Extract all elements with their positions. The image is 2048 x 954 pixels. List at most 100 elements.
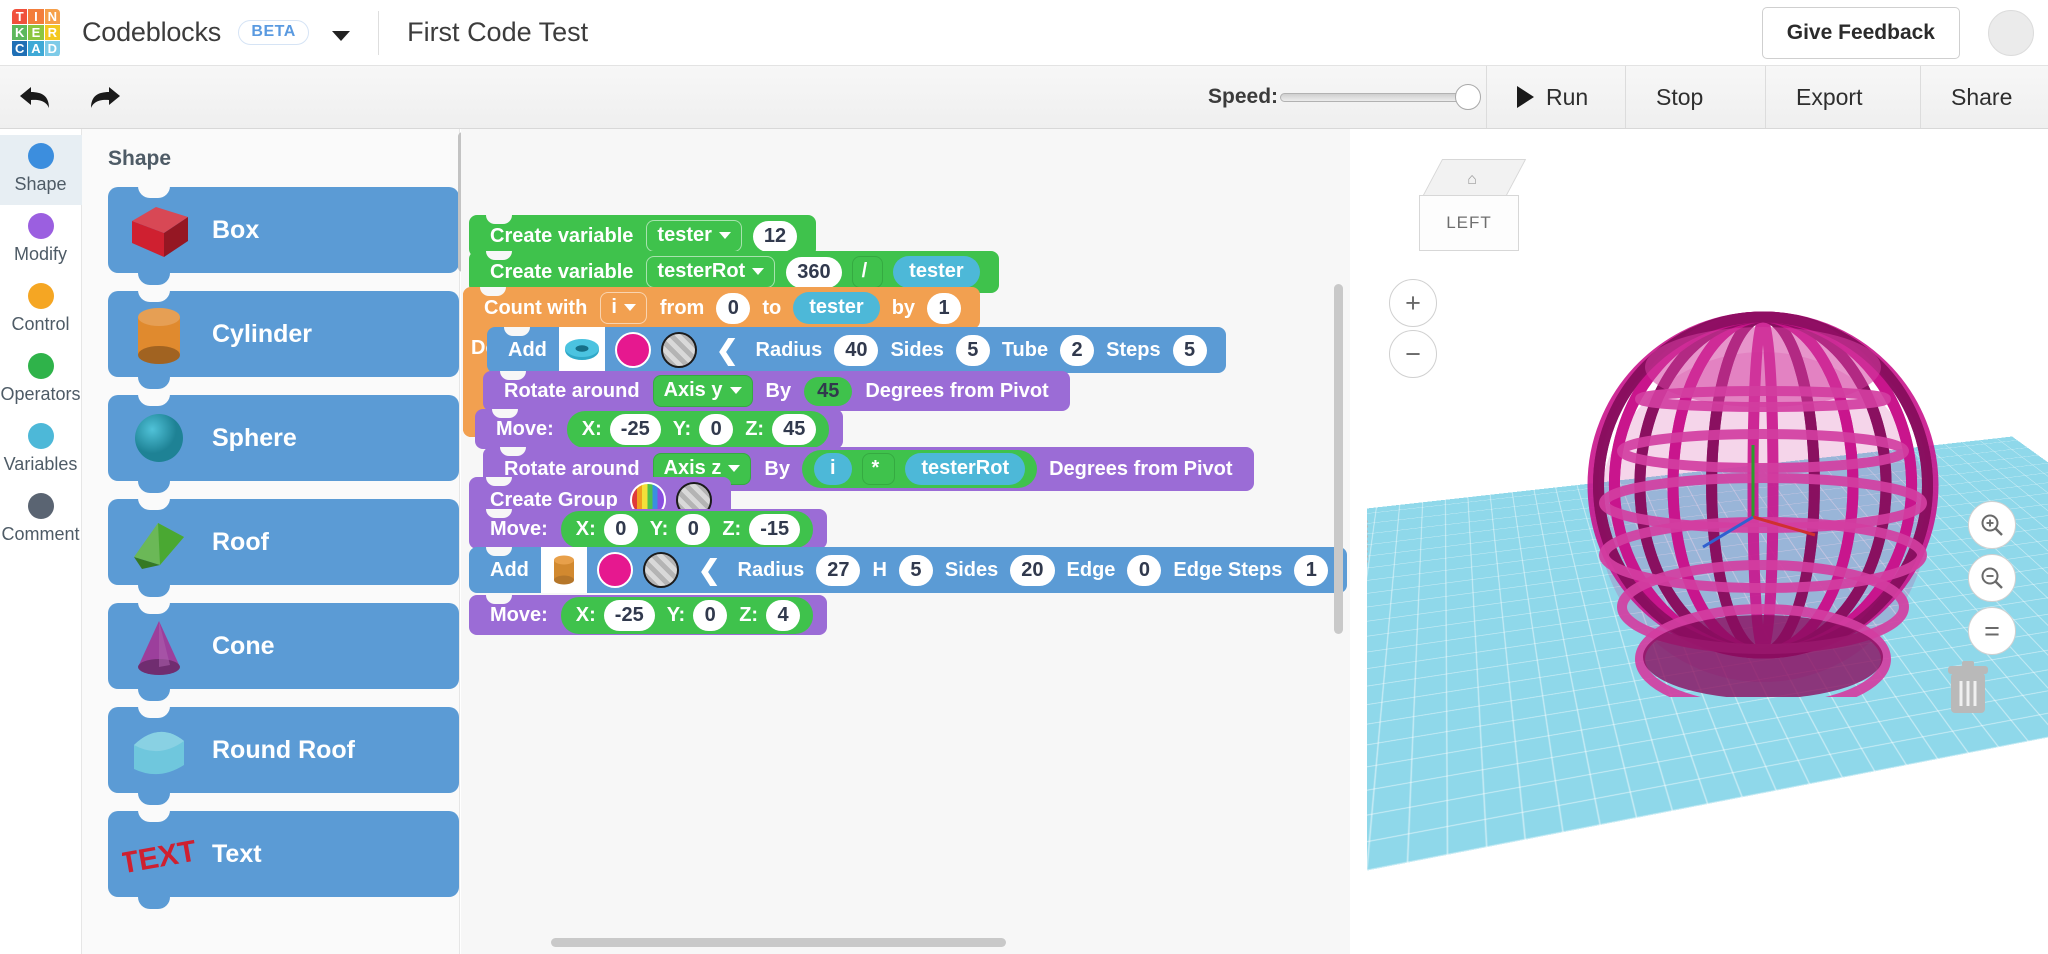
by-value[interactable]: 1 (927, 293, 961, 324)
color-swatch[interactable] (615, 332, 651, 368)
block-move-1[interactable]: Move: X: -25 Y: 0 Z: 45 (475, 409, 843, 449)
counter-dropdown[interactable]: i (600, 292, 647, 324)
rail-item-control[interactable]: Control (0, 275, 82, 345)
speed-slider-handle[interactable] (1455, 84, 1481, 110)
home-icon[interactable]: ⌂ (1453, 165, 1491, 195)
palette-block-text[interactable]: TEXTText (108, 811, 459, 897)
operand-a[interactable]: 360 (786, 257, 841, 288)
workspace-horizontal-scrollbar[interactable] (551, 938, 1006, 947)
x-value[interactable]: -25 (604, 600, 655, 631)
x-label: X: (582, 418, 602, 441)
torus-icon[interactable] (559, 327, 605, 373)
palette-block-cylinder[interactable]: Cylinder (108, 291, 459, 377)
param-edge-steps-value[interactable]: 1 (1294, 555, 1328, 586)
block-count-with[interactable]: Count with i from 0 to tester by 1 (463, 287, 980, 329)
param-edge-value[interactable]: 0 (1127, 555, 1161, 586)
block-rotate-axis-y[interactable]: Rotate around Axis y By 45 Degrees from … (483, 371, 1070, 411)
operand-b-variable[interactable]: testerRot (905, 453, 1025, 485)
chevron-down-icon[interactable] (332, 31, 350, 41)
param-sides-value[interactable]: 20 (1010, 555, 1054, 586)
palette-block-roof[interactable]: Roof (108, 499, 459, 585)
redo-icon[interactable] (88, 84, 122, 110)
param-radius-value[interactable]: 40 (834, 335, 878, 366)
zoom-fit-button[interactable]: = (1968, 607, 2016, 655)
category-rail: ShapeModify Control OperatorsVariablesComm… (0, 129, 82, 954)
color-swatch[interactable] (597, 552, 633, 588)
tinkercad-logo[interactable]: TINKERCAD (12, 9, 60, 57)
orbit-down-button[interactable]: − (1389, 330, 1437, 378)
speed-slider[interactable] (1280, 93, 1470, 102)
z-value[interactable]: 45 (772, 414, 816, 445)
cone-icon (122, 611, 196, 681)
palette-block-cone[interactable]: Cone (108, 603, 459, 689)
palette-title: Shape (108, 147, 459, 171)
export-button[interactable]: Export (1765, 66, 1892, 128)
block-move-3[interactable]: Move: X: -25 Y: 0 Z: 4 (469, 595, 827, 635)
code-workspace[interactable]: Create variable tester 12 Create variabl… (461, 129, 1350, 954)
rail-item-modify[interactable]: Modify (0, 205, 82, 275)
give-feedback-button[interactable]: Give Feedback (1762, 7, 1960, 59)
operand-a-variable[interactable]: i (814, 453, 852, 485)
cylinder-icon[interactable] (541, 547, 587, 593)
run-button[interactable]: Run (1486, 66, 1618, 128)
rail-dot-icon (28, 143, 54, 169)
collapse-chevron-icon[interactable]: ❮ (716, 337, 739, 364)
block-move-2[interactable]: Move: X: 0 Y: 0 Z: -15 (469, 509, 827, 549)
zoom-in-button[interactable] (1968, 501, 2016, 549)
y-value[interactable]: 0 (693, 600, 727, 631)
param-tube-value[interactable]: 2 (1060, 335, 1094, 366)
operator-symbol: / (862, 260, 868, 283)
variable-dropdown-testerrot[interactable]: testerRot (646, 256, 775, 288)
param-radius-value[interactable]: 27 (816, 555, 860, 586)
rail-item-operators[interactable]: Operators (0, 345, 82, 415)
param-radius-label: Radius (756, 339, 823, 362)
logo-tile-r: R (45, 25, 60, 40)
undo-icon[interactable] (18, 84, 52, 110)
hole-icon[interactable] (661, 332, 697, 368)
palette-block-list: Box Cylinder Sphere Roof Cone Round Roof… (82, 187, 459, 897)
from-value[interactable]: 0 (716, 293, 750, 324)
axis-dropdown-y[interactable]: Axis y (653, 375, 753, 407)
panel-resize-handle[interactable] (1367, 519, 1370, 565)
y-value[interactable]: 0 (676, 514, 710, 545)
y-value[interactable]: 0 (699, 414, 733, 445)
x-label: X: (576, 604, 596, 627)
palette-block-box[interactable]: Box (108, 187, 459, 273)
logo-tile-a: A (28, 41, 43, 56)
param-h-value[interactable]: 5 (899, 555, 933, 586)
stop-button[interactable]: Stop (1625, 66, 1733, 128)
by-label: by (892, 297, 915, 320)
z-value[interactable]: -15 (749, 514, 800, 545)
rail-item-label: Control (11, 314, 69, 335)
rail-item-variables[interactable]: Variables (0, 415, 82, 485)
param-steps-value[interactable]: 5 (1173, 335, 1207, 366)
zoom-out-button[interactable] (1968, 554, 2016, 602)
param-sides-value[interactable]: 5 (956, 335, 990, 366)
operator-dropdown[interactable]: / (852, 256, 884, 288)
3d-viewport[interactable]: ⌂ LEFT + − = (1367, 129, 2048, 954)
block-add-cylinder[interactable]: Add ❮ Radius 27 H 5 Sides 20 Edge 0 Edge… (469, 547, 1347, 593)
block-add-torus[interactable]: Add ❮ Radius 40 Sides 5 Tube 2 Steps 5 (487, 327, 1226, 373)
z-value[interactable]: 4 (766, 600, 800, 631)
operand-b-variable[interactable]: tester (893, 256, 979, 288)
avatar[interactable] (1988, 10, 2034, 56)
hole-icon[interactable] (643, 552, 679, 588)
rail-item-shape[interactable]: Shape (0, 135, 82, 205)
share-button[interactable]: Share (1920, 66, 2042, 128)
view-cube[interactable]: ⌂ LEFT (1409, 159, 1537, 259)
variable-value[interactable]: 12 (753, 221, 797, 252)
palette-block-round-roof[interactable]: Round Roof (108, 707, 459, 793)
to-variable[interactable]: tester (793, 292, 879, 324)
palette-block-sphere[interactable]: Sphere (108, 395, 459, 481)
move-label: Move: (490, 604, 548, 627)
x-value[interactable]: 0 (604, 514, 638, 545)
operator-dropdown[interactable]: * (862, 453, 896, 485)
3d-model-preview[interactable] (1553, 217, 1973, 697)
collapse-chevron-icon[interactable]: ❮ (698, 557, 721, 584)
x-value[interactable]: -25 (610, 414, 661, 445)
variable-dropdown-tester[interactable]: tester (646, 220, 741, 252)
rail-item-comment[interactable]: Comment (0, 485, 82, 555)
workspace-vertical-scrollbar[interactable] (1334, 284, 1343, 634)
degrees-value[interactable]: 45 (804, 377, 852, 406)
orbit-up-button[interactable]: + (1389, 279, 1437, 327)
